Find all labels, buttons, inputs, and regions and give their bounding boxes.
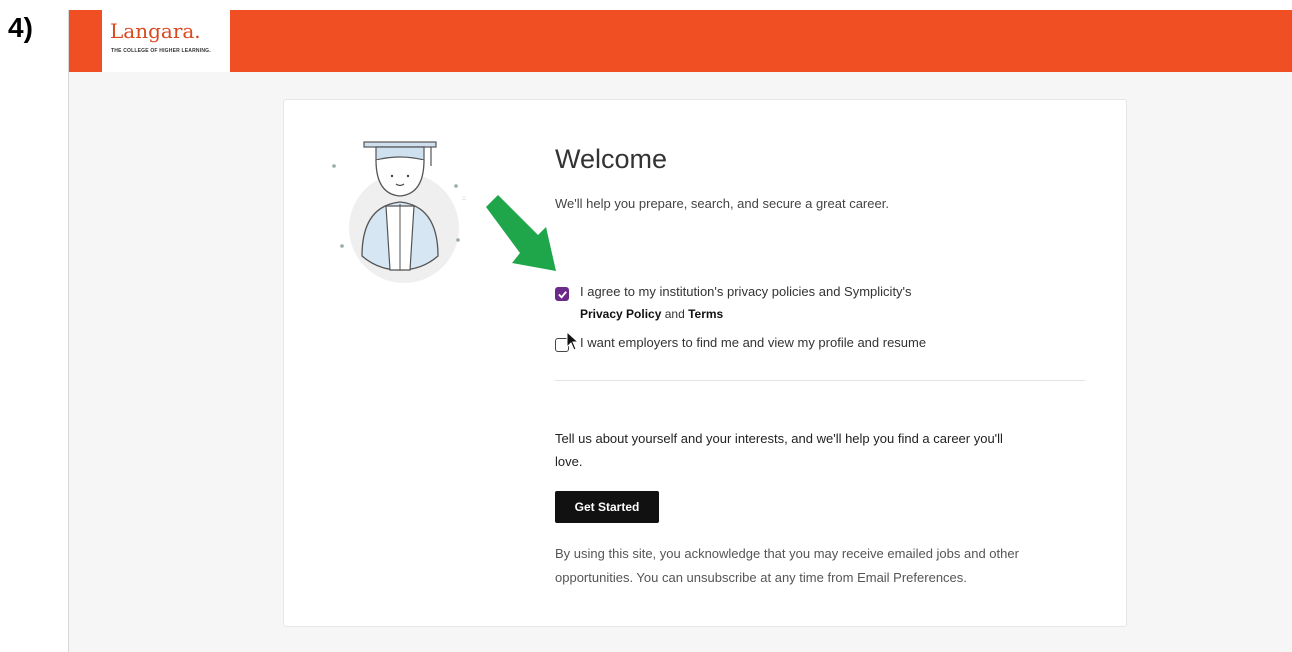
get-started-button[interactable]: Get Started	[555, 491, 659, 523]
browser-screen: Langara. THE COLLEGE OF HIGHER LEARNING.…	[68, 10, 1292, 652]
intro-text-line1: Tell us about yourself and your interest…	[555, 431, 1003, 446]
step-label: 4)	[8, 12, 33, 43]
logo-text: Langara.	[110, 19, 201, 43]
header-bar: Langara. THE COLLEGE OF HIGHER LEARNING.	[69, 10, 1292, 72]
page-title: Welcome	[555, 144, 668, 174]
privacy-agree-links: Privacy Policy and Terms	[580, 307, 723, 321]
terms-link[interactable]: Terms	[688, 307, 723, 321]
legal-text-line1: By using this site, you acknowledge that…	[555, 546, 1019, 561]
welcome-card: :: :: Welcome We'll help you prepare, se…	[283, 99, 1127, 627]
privacy-policy-link[interactable]: Privacy Policy	[580, 307, 661, 321]
logo[interactable]: Langara. THE COLLEGE OF HIGHER LEARNING.	[102, 10, 230, 72]
page-subtitle: We'll help you prepare, search, and secu…	[555, 196, 889, 211]
employers-visibility-label: I want employers to find me and view my …	[580, 335, 927, 350]
green-arrow-icon	[486, 195, 556, 271]
section-divider	[555, 380, 1085, 381]
checkmark-icon	[558, 291, 567, 299]
svg-text:::: ::	[462, 195, 466, 202]
graduate-illustration-icon: :: ::	[332, 141, 466, 283]
legal-text-line2: opportunities. You can unsubscribe at an…	[555, 570, 967, 585]
and-text: and	[661, 307, 689, 321]
mouse-cursor-icon	[566, 331, 578, 351]
privacy-agree-label: I agree to my institution's privacy poli…	[580, 284, 912, 299]
intro-text-line2: love.	[555, 454, 583, 469]
privacy-agree-checkbox[interactable]	[555, 287, 569, 301]
logo-tagline: THE COLLEGE OF HIGHER LEARNING.	[111, 48, 211, 54]
